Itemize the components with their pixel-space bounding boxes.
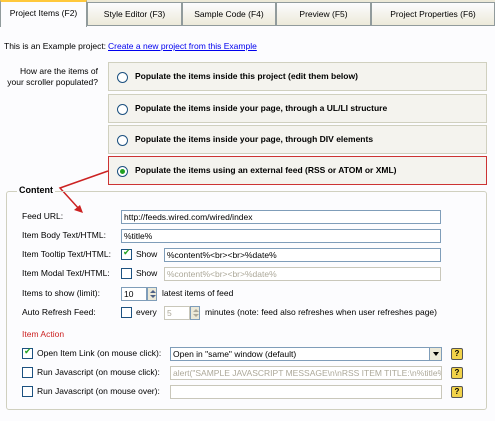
item-tooltip-input[interactable]: %content%<br><br>%date% [164,248,441,262]
option-label: Populate the items using an external fee… [135,165,397,175]
radio-button[interactable] [117,135,128,146]
tab-project-items[interactable]: Project Items (F2) [0,0,87,27]
tooltip-show-checkbox[interactable] [121,248,132,260]
items-limit-label: Items to show (limit): [22,288,100,298]
refresh-suffix: minutes (note: feed also refreshes when … [205,307,437,317]
radio-button[interactable] [117,72,128,83]
example-label: This is an Example project: [4,41,107,51]
tab-project-properties[interactable]: Project Properties (F6) [371,2,495,26]
open-link-select-value: Open in "same" window (default) [173,349,297,359]
content-group-title: Content [17,185,55,195]
item-body-label: Item Body Text/HTML: [22,230,106,240]
auto-refresh-checkbox[interactable] [121,307,132,318]
radio-button[interactable] [117,104,128,115]
open-link-label: Open Item Link (on mouse click): [37,348,162,358]
populate-option-external-feed[interactable]: Populate the items using an external fee… [108,156,487,185]
tab-bar: Project Items (F2) Style Editor (F3) Sam… [0,0,495,27]
tab-sample-code[interactable]: Sample Code (F4) [182,2,276,26]
open-link-checkbox[interactable] [22,347,33,359]
populate-option-div[interactable]: Populate the items inside your page, thr… [108,125,487,154]
auto-refresh-label: Auto Refresh Feed: [22,307,96,317]
option-label: Populate the items inside your page, thr… [135,103,388,113]
option-label: Populate the items inside this project (… [135,71,358,81]
item-body-input[interactable]: %title% [121,229,441,243]
populate-question-label: How are the items of your scroller popul… [7,66,98,87]
project-items-panel: This is an Example project: Create a new… [0,26,495,421]
js-click-checkbox[interactable] [22,367,33,378]
js-over-label: Run Javascript (on mouse over): [37,386,160,396]
tab-preview[interactable]: Preview (F5) [276,2,371,26]
chevron-down-icon[interactable] [429,348,441,360]
items-limit-input[interactable]: 10 [121,287,147,301]
help-icon[interactable]: ? [451,386,463,398]
help-icon[interactable]: ? [451,367,463,379]
tooltip-show-label: Show [136,249,158,259]
populate-option-project[interactable]: Populate the items inside this project (… [108,62,487,91]
js-over-checkbox[interactable] [22,386,33,397]
create-from-example-link[interactable]: Create a new project from this Example [108,41,257,51]
option-label: Populate the items inside your page, thr… [135,134,374,144]
refresh-minutes-spinner[interactable] [190,306,200,320]
refresh-minutes-input[interactable]: 5 [164,306,190,320]
item-tooltip-label: Item Tooltip Text/HTML: [22,249,111,259]
js-click-label: Run Javascript (on mouse click): [37,367,160,377]
js-click-input[interactable]: alert("SAMPLE JAVASCRIPT MESSAGE\n\nRSS … [170,366,442,380]
modal-show-label: Show [136,268,158,278]
items-limit-suffix: latest items of feed [162,288,234,298]
populate-option-ul-li[interactable]: Populate the items inside your page, thr… [108,94,487,123]
open-link-select[interactable]: Open in "same" window (default) [170,347,442,361]
feed-url-input[interactable]: http://feeds.wired.com/wired/index [121,210,441,224]
help-icon[interactable]: ? [451,348,463,360]
items-limit-spinner[interactable] [147,287,157,301]
refresh-every-label: every [136,307,157,317]
js-over-input[interactable] [170,385,442,399]
item-modal-label: Item Modal Text/HTML: [22,268,110,278]
content-group: Content Feed URL: http://feeds.wired.com… [6,185,487,410]
tab-style-editor[interactable]: Style Editor (F3) [87,2,182,26]
item-modal-input[interactable]: %content%<br><br>%date% [164,267,441,281]
modal-show-checkbox[interactable] [121,268,132,279]
radio-button-selected[interactable] [117,166,128,177]
item-action-title: Item Action [22,329,65,339]
feed-url-label: Feed URL: [22,211,64,221]
